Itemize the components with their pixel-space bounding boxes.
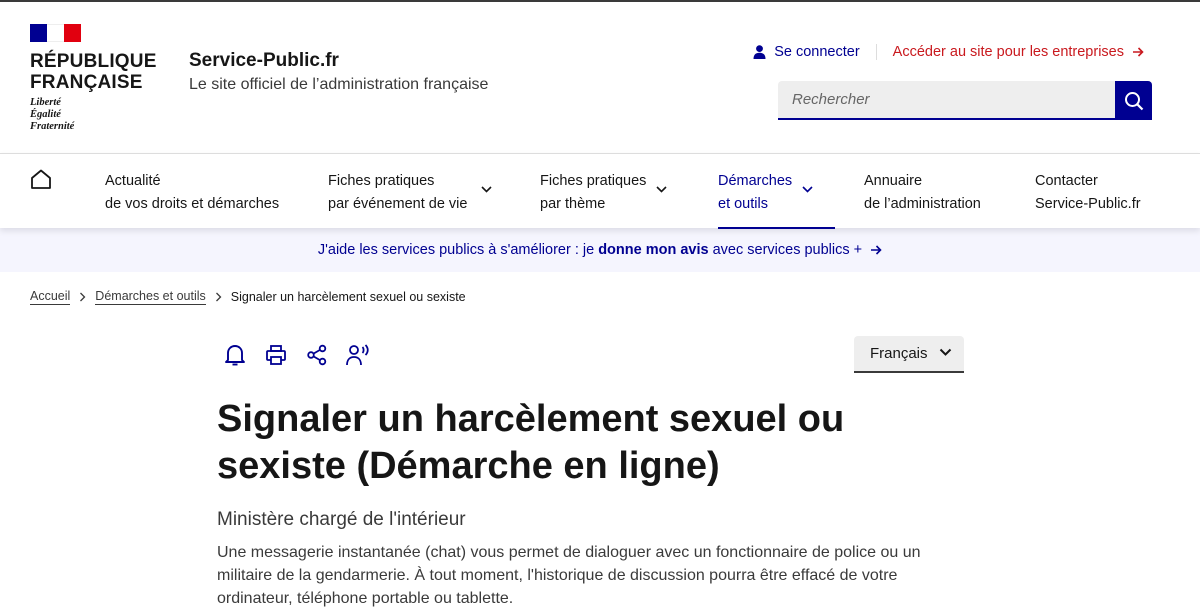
- marianne-flag-icon: [30, 24, 81, 42]
- nav-demarches-line2: et outils: [718, 196, 768, 212]
- breadcrumb: Accueil Démarches et outils Signaler un …: [30, 289, 466, 305]
- nav-active-indicator: [718, 227, 836, 229]
- chevron-down-icon: [481, 186, 493, 193]
- site-tagline: Le site officiel de l’administration fra…: [189, 76, 489, 93]
- listen-button[interactable]: [345, 342, 370, 367]
- breadcrumb-current: Signaler un harcèlement sexuel ou sexist…: [230, 290, 466, 304]
- motto-fraternite: Fraternité: [30, 121, 75, 132]
- printer-icon: [265, 344, 286, 365]
- nav-demarches-line1: Démarches: [718, 173, 793, 189]
- home-icon: [31, 169, 51, 189]
- search-icon: [1124, 91, 1143, 110]
- breadcrumb-parent[interactable]: Démarches et outils: [95, 289, 206, 305]
- print-button[interactable]: [263, 342, 288, 367]
- search-bar: [778, 81, 1152, 120]
- logo-francaise: FRANÇAISE: [30, 72, 143, 93]
- nav-item-contacter[interactable]: Contacter Service-Public.fr: [1035, 170, 1141, 216]
- chevron-right-icon: [79, 292, 86, 302]
- chevron-down-icon: [656, 186, 667, 193]
- logo-motto: Liberté Égalité Fraternité: [30, 97, 160, 133]
- logo-republique: RÉPUBLIQUE: [30, 51, 157, 72]
- chevron-down-icon: [939, 348, 952, 356]
- nav-fiches-evenement-line2: par événement de vie: [328, 196, 468, 212]
- site-header: RÉPUBLIQUE FRANÇAISE Liberté Égalité Fra…: [0, 2, 1200, 153]
- chevron-right-icon: [215, 292, 222, 302]
- nav-item-actualite[interactable]: Actualité de vos droits et démarches: [105, 170, 279, 216]
- chevron-down-icon: [802, 186, 813, 193]
- motto-liberte: Liberté: [30, 97, 61, 108]
- ministry-label: Ministère chargé de l'intérieur: [217, 509, 466, 530]
- language-select[interactable]: Français: [854, 336, 964, 373]
- share-icon: [306, 344, 326, 365]
- republique-francaise-logo[interactable]: RÉPUBLIQUE FRANÇAISE Liberté Égalité Fra…: [30, 24, 160, 133]
- alert-button[interactable]: [222, 342, 247, 367]
- search-input[interactable]: [778, 81, 1115, 120]
- feedback-banner-link[interactable]: J'aide les services publics à s'améliore…: [0, 228, 1200, 272]
- page-description: Une messagerie instantanée (chat) vous p…: [217, 544, 921, 607]
- arrow-right-icon: [1133, 47, 1144, 57]
- arrow-right-icon: [871, 245, 882, 255]
- pro-site-label: Accéder au site pour les entreprises: [892, 44, 1124, 60]
- motto-egalite: Égalité: [30, 109, 61, 120]
- nav-fiches-theme-line2: par thème: [540, 196, 606, 212]
- site-name-link[interactable]: Service-Public.fr: [189, 50, 339, 72]
- nav-item-annuaire[interactable]: Annuaire de l’administration: [864, 170, 981, 216]
- page-tools: [222, 342, 386, 367]
- nav-annuaire-line1: Annuaire: [864, 173, 923, 189]
- breadcrumb-home[interactable]: Accueil: [30, 289, 71, 305]
- banner-suffix: avec services publics +: [708, 242, 863, 258]
- nav-item-fiches-evenement[interactable]: Fiches pratiques par événement de vie: [328, 170, 493, 216]
- login-link[interactable]: Se connecter: [753, 44, 860, 60]
- header-tools: Se connecter Accéder au site pour les en…: [753, 44, 1144, 60]
- audio-reading-icon: [345, 343, 369, 365]
- nav-contacter-line1: Contacter: [1035, 173, 1098, 189]
- search-button[interactable]: [1115, 81, 1152, 120]
- nav-contacter-line2: Service-Public.fr: [1035, 196, 1141, 212]
- page-title: Signaler un harcèlement sexuel ou sexist…: [217, 398, 845, 487]
- banner-bold: donne mon avis: [598, 242, 709, 258]
- nav-fiches-theme-line1: Fiches pratiques: [540, 173, 647, 189]
- nav-fiches-evenement-line1: Fiches pratiques: [328, 173, 435, 189]
- share-button[interactable]: [304, 342, 329, 367]
- banner-prefix: J'aide les services publics à s'améliore…: [317, 242, 599, 258]
- tools-separator: [875, 44, 877, 60]
- nav-home-button[interactable]: [30, 169, 52, 194]
- bell-icon: [224, 344, 245, 365]
- nav-item-demarches[interactable]: Démarches et outils: [718, 170, 836, 229]
- pro-site-link[interactable]: Accéder au site pour les entreprises: [893, 44, 1144, 60]
- login-label: Se connecter: [774, 44, 860, 60]
- nav-actualite-line1: Actualité: [105, 173, 161, 189]
- nav-actualite-line2: de vos droits et démarches: [105, 196, 280, 212]
- language-selected: Français: [870, 345, 928, 362]
- nav-annuaire-line2: de l’administration: [864, 196, 981, 212]
- user-icon: [753, 45, 766, 59]
- nav-item-fiches-theme[interactable]: Fiches pratiques par thème: [540, 170, 667, 216]
- main-navigation: Actualité de vos droits et démarches Fich…: [0, 153, 1200, 229]
